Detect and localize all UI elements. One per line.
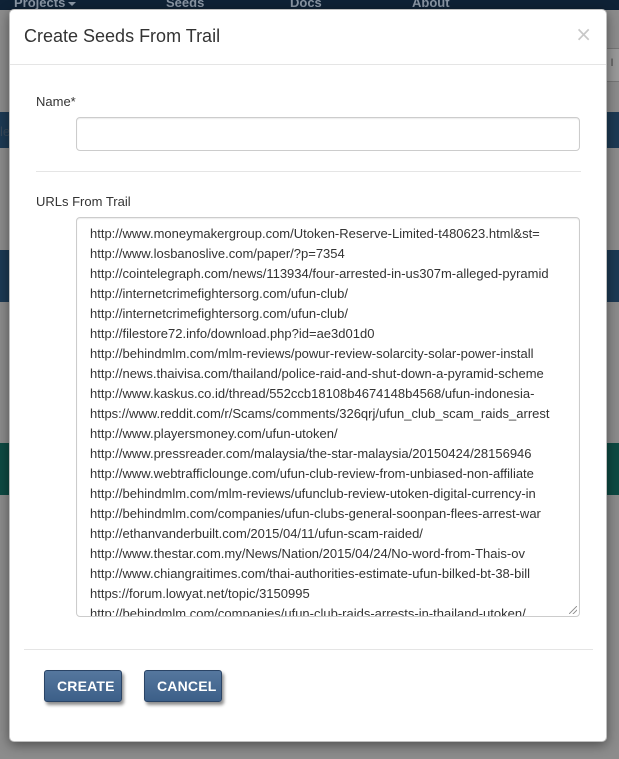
url-line: http://www.pressreader.com/malaysia/the-… xyxy=(90,446,532,461)
url-line: http://internetcrimefightersorg.com/ufun… xyxy=(90,286,348,301)
name-label: Name* xyxy=(36,94,76,109)
url-line: http://www.webtrafficlounge.com/ufun-clu… xyxy=(90,466,534,481)
url-line: http://cointelegraph.com/news/113934/fou… xyxy=(90,266,549,281)
url-line: http://www.kaskus.co.id/thread/552ccb181… xyxy=(90,386,535,401)
url-line: http://www.chiangraitimes.com/thai-autho… xyxy=(90,566,531,581)
footer-divider xyxy=(24,649,593,650)
url-line: http://internetcrimefightersorg.com/ufun… xyxy=(90,306,348,321)
resize-handle-icon[interactable] xyxy=(569,606,577,614)
urls-label: URLs From Trail xyxy=(36,194,131,209)
url-line: https://forum.lowyat.net/topic/3150995 xyxy=(90,586,310,601)
urls-list: http://www.moneymakergroup.com/Utoken-Re… xyxy=(90,224,579,617)
url-line: http://behindmlm.com/mlm-reviews/ufunclu… xyxy=(90,486,536,501)
create-button[interactable]: CREATE xyxy=(44,670,122,702)
url-line: http://behindmlm.com/companies/ufun-club… xyxy=(90,606,526,617)
modal-title: Create Seeds From Trail xyxy=(24,26,221,46)
url-line: http://filestore72.info/download.php?id=… xyxy=(90,326,375,341)
url-line: http://www.moneymakergroup.com/Utoken-Re… xyxy=(90,226,540,241)
url-line: http://www.playersmoney.com/ufun-utoken/ xyxy=(90,426,338,441)
name-input[interactable] xyxy=(76,117,580,151)
url-line: http://news.thaivisa.com/thailand/police… xyxy=(90,366,544,381)
url-line: http://behindmlm.com/companies/ufun-club… xyxy=(90,506,541,521)
url-line: http://www.losbanoslive.com/paper/?p=735… xyxy=(90,246,345,261)
url-line: https://www.reddit.com/r/Scams/comments/… xyxy=(90,406,550,421)
url-line: http://ethanvanderbuilt.com/2015/04/11/u… xyxy=(90,526,423,541)
cancel-button[interactable]: CANCEL xyxy=(144,670,222,702)
url-line: http://behindmlm.com/mlm-reviews/powur-r… xyxy=(90,346,534,361)
create-seeds-modal: Create Seeds From Trail × Name* URLs Fro… xyxy=(9,9,607,742)
close-icon[interactable]: × xyxy=(575,24,592,44)
url-line: http://www.thestar.com.my/News/Nation/20… xyxy=(90,546,525,561)
modal-header: Create Seeds From Trail × xyxy=(10,10,606,65)
caret-down-icon xyxy=(68,1,77,6)
urls-textarea[interactable]: http://www.moneymakergroup.com/Utoken-Re… xyxy=(76,217,580,617)
divider xyxy=(36,171,581,172)
